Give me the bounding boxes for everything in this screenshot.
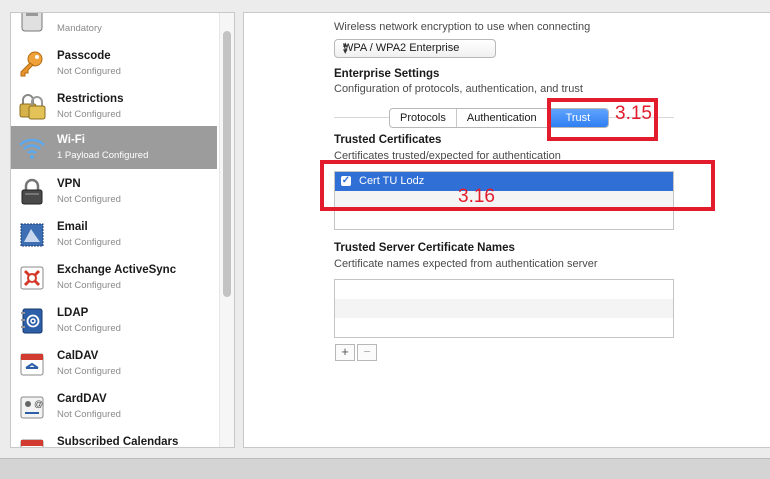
sidebar-item-subtitle: Not Configured [57, 280, 121, 291]
sidebar-item-caldav[interactable]: CalDAV Not Configured [11, 342, 217, 385]
sidebar-item-title: Email [57, 221, 88, 233]
sidebar-item-subtitle: 1 Payload Configured [57, 150, 149, 161]
trusted-server-names-description: Certificate names expected from authenti… [334, 258, 598, 270]
sidebar-item-title: CardDAV [57, 393, 107, 405]
sidebar-item-restrictions[interactable]: Restrictions Not Configured [11, 85, 217, 128]
sidebar-item-title: Exchange ActiveSync [57, 264, 177, 276]
sidebar-item-subtitle: Not Configured [57, 237, 121, 248]
tab-authentication[interactable]: Authentication [457, 109, 548, 127]
sidebar-item-title: CalDAV [57, 350, 99, 362]
sidebar-item-title: Passcode [57, 50, 111, 62]
trusted-certificates-title: Trusted Certificates [334, 134, 442, 146]
sidebar-item-title: Restrictions [57, 93, 124, 105]
annotation-label-3-15: 3.15 [615, 103, 652, 124]
sidebar-item-title: Subscribed Calendars [57, 436, 179, 448]
sidebar-scrollbar[interactable] [219, 13, 234, 447]
profile-manager-window: Mandatory Passcode Not Configured Restri… [0, 0, 770, 458]
sidebar-item-exchange[interactable]: Exchange ActiveSync Not Configured [11, 256, 217, 299]
window-bottom-bar [0, 458, 770, 479]
sidebar-item-title: Wi-Fi [57, 134, 85, 146]
payload-sidebar: Mandatory Passcode Not Configured Restri… [10, 12, 235, 448]
sidebar-item-subscribed-calendars[interactable]: Subscribed Calendars [11, 428, 217, 448]
sidebar-scrollbar-thumb[interactable] [223, 31, 231, 297]
caldav-icon [20, 353, 44, 376]
carddav-icon: @ [20, 396, 44, 419]
tab-protocols[interactable]: Protocols [390, 109, 457, 127]
wifi-icon [19, 138, 45, 159]
subscribed-calendars-icon [20, 439, 44, 447]
enterprise-settings-title: Enterprise Settings [334, 68, 440, 80]
sidebar-item-carddav[interactable]: @ CardDAV Not Configured [11, 385, 217, 428]
annotation-box-cert-row [320, 160, 715, 211]
add-button[interactable]: + [335, 344, 355, 361]
sidebar-item-subtitle: Not Configured [57, 194, 121, 205]
padlocks-icon [19, 94, 46, 120]
wifi-settings-panel: Wireless network encryption to use when … [243, 12, 770, 448]
enterprise-settings-description: Configuration of protocols, authenticati… [334, 83, 583, 95]
sidebar-item-subtitle: Not Configured [57, 323, 121, 334]
remove-button[interactable]: − [357, 344, 377, 361]
sidebar-item-wifi[interactable]: Wi-Fi 1 Payload Configured [11, 126, 217, 169]
general-icon [21, 13, 43, 32]
chevron-updown-icon: ▴ ▾ [343, 39, 348, 56]
sidebar-item-general[interactable]: Mandatory [11, 13, 217, 42]
sidebar-item-subtitle: Not Configured [57, 409, 121, 420]
security-type-select[interactable]: WPA / WPA2 Enterprise ▴ ▾ [334, 39, 496, 58]
sidebar-item-title: VPN [57, 178, 81, 190]
sidebar-item-vpn[interactable]: VPN Not Configured [11, 170, 217, 213]
sidebar-item-subtitle: Mandatory [57, 23, 102, 34]
annotation-label-3-16: 3.16 [458, 186, 495, 207]
sidebar-item-email[interactable]: Email Not Configured [11, 213, 217, 256]
trusted-server-names-list[interactable] [334, 279, 674, 338]
svg-text:@: @ [34, 399, 43, 409]
list-item-empty [335, 299, 673, 318]
sidebar-item-passcode[interactable]: Passcode Not Configured [11, 42, 217, 85]
ldap-icon [21, 308, 43, 334]
email-stamp-icon [20, 223, 44, 247]
vpn-lock-icon [21, 178, 43, 205]
sidebar-item-title: LDAP [57, 307, 89, 319]
sidebar-item-ldap[interactable]: LDAP Not Configured [11, 299, 217, 342]
key-icon [20, 51, 43, 77]
security-type-description: Wireless network encryption to use when … [334, 21, 591, 33]
trusted-server-names-title: Trusted Server Certificate Names [334, 242, 515, 254]
sidebar-item-subtitle: Not Configured [57, 366, 121, 377]
sidebar-item-subtitle: Not Configured [57, 66, 121, 77]
sidebar-item-subtitle: Not Configured [57, 109, 121, 120]
exchange-icon [20, 266, 44, 290]
